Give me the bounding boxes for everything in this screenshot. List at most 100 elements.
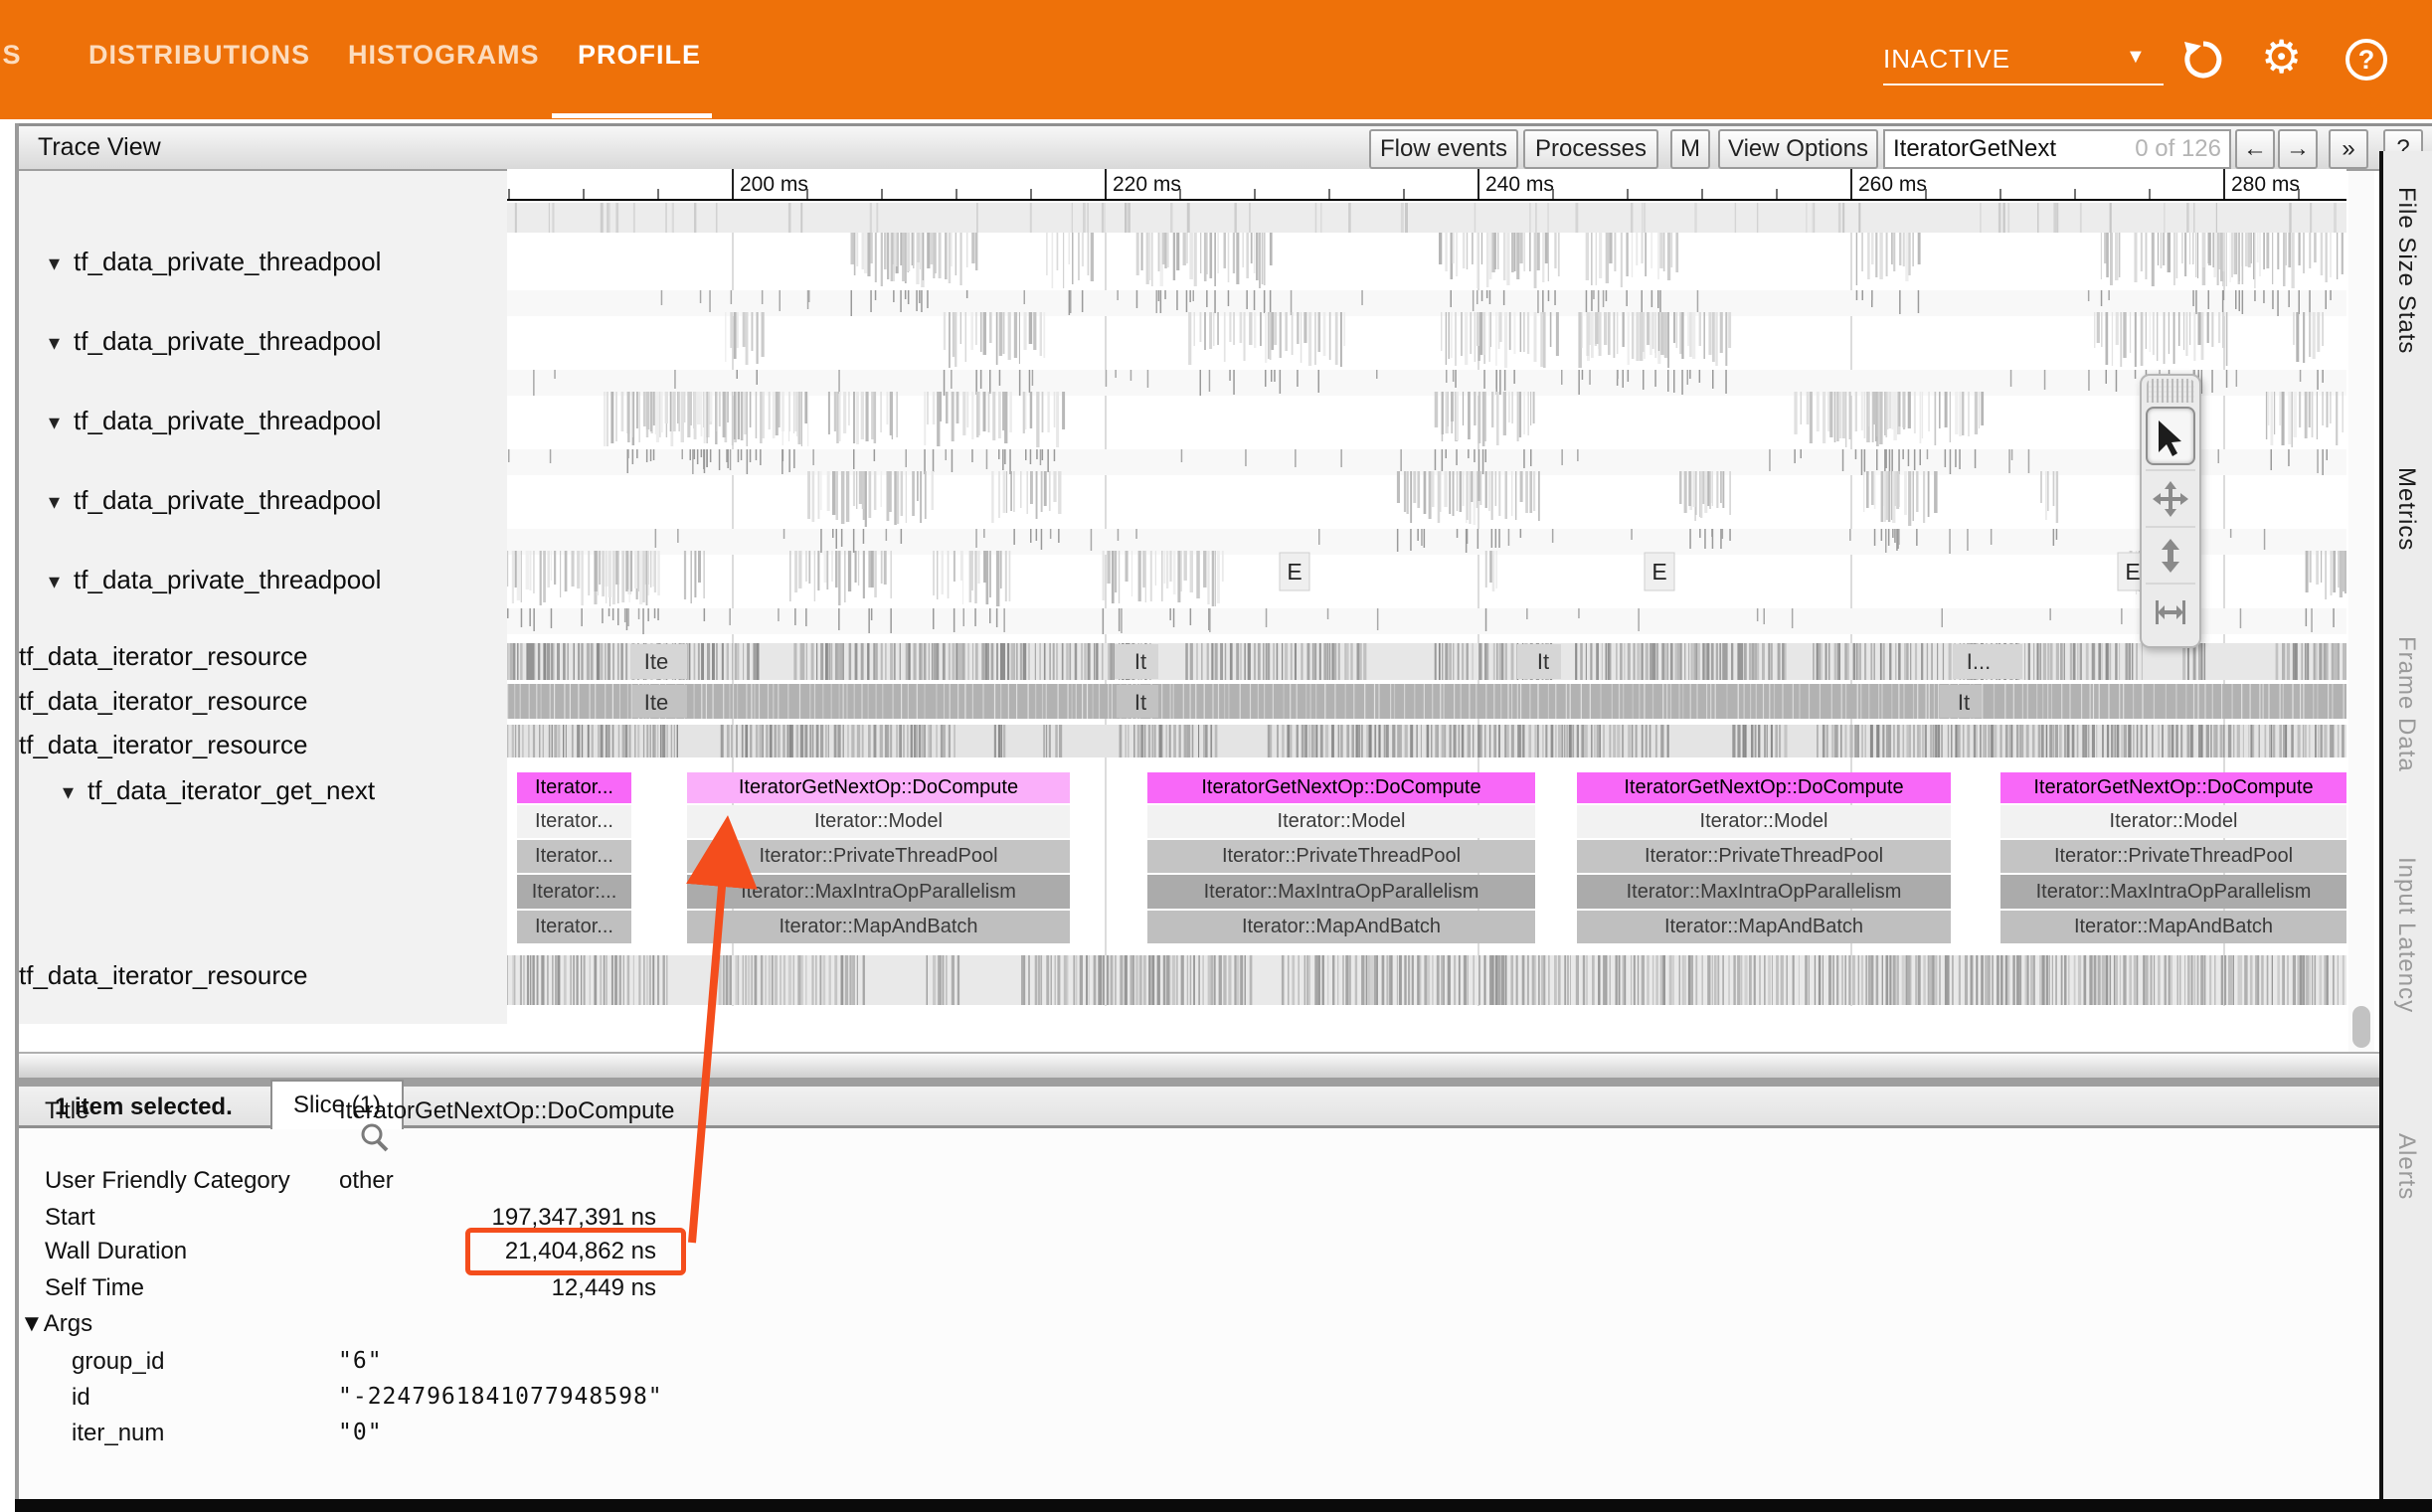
refresh-icon[interactable] — [2179, 36, 2227, 84]
slice-2-row-2[interactable]: Iterator::PrivateThreadPool — [687, 840, 1070, 873]
collapse-triangle[interactable]: ▾ — [49, 569, 60, 593]
svg-text:280 ms: 280 ms — [2231, 173, 2300, 196]
detail-label-start: Start — [45, 1204, 95, 1232]
toolbar-button-flow-events[interactable]: Flow events — [1369, 129, 1518, 169]
slice-5-row-4[interactable]: Iterator::MapAndBatch — [2000, 911, 2346, 943]
track-label-threadpool-3[interactable]: ▾tf_data_private_threadpool — [49, 485, 381, 516]
track-label-resource-1[interactable]: tf_data_iterator_resource — [19, 686, 308, 717]
slice-2-row-1[interactable]: Iterator::Model — [687, 805, 1070, 838]
run-select[interactable]: INACTIVE — [1883, 44, 2010, 75]
track-labels-panel: ▾ tf_data_private_threadpool ▾ tf_data_priv… — [19, 171, 507, 1024]
track-label-resource-0[interactable]: tf_data_iterator_resource — [19, 641, 308, 672]
profiler-page: HS DISTRIBUTIONS HISTOGRAMS PROFILE INACTIV… — [0, 0, 2432, 1512]
slice-4-row-2[interactable]: Iterator::PrivateThreadPool — [1577, 840, 1951, 873]
svg-text:Ite: Ite — [644, 649, 668, 674]
slice-1-row-3[interactable]: Iterator:... — [517, 875, 631, 909]
track-label-threadpool-4[interactable]: ▾ tf_data_private_threadpool — [49, 565, 381, 595]
track-label-resource-3[interactable]: tf_data_iterator_resource — [19, 960, 308, 991]
timing-tool[interactable] — [2146, 583, 2195, 639]
svg-text:E: E — [1287, 559, 1302, 585]
side-tab-metrics[interactable]: Metrics — [2392, 467, 2420, 551]
slice-1-header[interactable]: Iterator... — [517, 772, 631, 803]
slice-4-row-4[interactable]: Iterator::MapAndBatch — [1577, 911, 1951, 943]
side-tab-frame-data[interactable]: Frame Data — [2392, 636, 2420, 772]
slice-4-row-1[interactable]: Iterator::Model — [1577, 805, 1951, 838]
svg-text:Ite: Ite — [644, 690, 668, 715]
magnifier-icon[interactable] — [358, 1121, 392, 1160]
svg-text:260 ms: 260 ms — [1858, 173, 1927, 196]
track-label-threadpool-0[interactable]: ▾ tf_data_private_threadpool — [49, 247, 381, 277]
side-tab-file-size-stats[interactable]: File Size Stats — [2392, 187, 2420, 354]
tab-hs[interactable]: HS — [0, 40, 22, 71]
slice-5-row-2[interactable]: Iterator::PrivateThreadPool — [2000, 840, 2346, 873]
help-icon[interactable]: ? — [2343, 36, 2390, 84]
track-label-text: tf_data_private_threadpool — [74, 565, 381, 594]
run-select-underline — [1883, 84, 2164, 85]
palette-drag-handle[interactable] — [2147, 379, 2194, 403]
args-label: Args — [44, 1310, 92, 1337]
toolbar-button-processes[interactable]: Processes — [1523, 129, 1658, 169]
track-label-text: tf_data_private_threadpool — [74, 247, 381, 276]
tab-profile[interactable]: PROFILE — [578, 40, 701, 71]
collapse-triangle[interactable]: ▾ — [49, 330, 60, 355]
search-input[interactable]: IteratorGetNext — [1885, 135, 2135, 163]
slice-3-row-3[interactable]: Iterator::MaxIntraOpParallelism — [1147, 875, 1535, 909]
track-label-threadpool-2[interactable]: ▾tf_data_private_threadpool — [49, 406, 381, 436]
slice-3-header[interactable]: IteratorGetNextOp::DoCompute — [1147, 772, 1535, 803]
slice-3-row-2[interactable]: Iterator::PrivateThreadPool — [1147, 840, 1535, 873]
slice-3-row-1[interactable]: Iterator::Model — [1147, 805, 1535, 838]
arg-key-id: id — [72, 1384, 90, 1412]
bottom-black-bar — [15, 1499, 2432, 1512]
gear-icon[interactable]: ⚙ — [2261, 30, 2309, 78]
slice-1-row-1[interactable]: Iterator... — [517, 805, 631, 838]
toolbar-button-view-options[interactable]: View Options — [1718, 129, 1878, 169]
panel-splitter[interactable] — [19, 1052, 2379, 1078]
toolbar-button-m[interactable]: M — [1670, 129, 1710, 169]
select-tool-icon — [2151, 417, 2190, 456]
collapse-triangle[interactable]: ▾ — [49, 251, 60, 275]
slice-1-row-2[interactable]: Iterator... — [517, 840, 631, 873]
collapse-triangle[interactable]: ▾ — [63, 779, 74, 804]
slice-4-header[interactable]: IteratorGetNextOp::DoCompute — [1577, 772, 1951, 803]
track-label-text: tf_data_iterator_get_next — [87, 775, 375, 805]
track-label-get-next[interactable]: ▾ tf_data_iterator_get_next — [63, 775, 375, 806]
arg-value-id: "-2247961841077948598" — [338, 1384, 663, 1410]
args-expander[interactable]: ▼Args — [20, 1310, 92, 1338]
select-tool[interactable] — [2146, 407, 2195, 465]
slice-4-row-3[interactable]: Iterator::MaxIntraOpParallelism — [1577, 875, 1951, 909]
svg-text:E: E — [1651, 559, 1666, 585]
vertical-scrollbar[interactable] — [2348, 171, 2374, 1052]
detail-label-wall-duration: Wall Duration — [45, 1238, 187, 1265]
pan-tool[interactable] — [2146, 469, 2195, 526]
zoom-tool-icon — [2151, 536, 2190, 576]
side-tab-alerts[interactable]: Alerts — [2392, 1133, 2420, 1200]
find-prev-button[interactable]: ← — [2235, 129, 2275, 169]
slice-5-header[interactable]: IteratorGetNextOp::DoCompute — [2000, 772, 2346, 803]
zoom-tool[interactable] — [2146, 526, 2195, 583]
side-strip-divider — [2379, 151, 2383, 1499]
tab-histograms[interactable]: HISTOGRAMS — [348, 40, 540, 71]
find-next-button[interactable]: → — [2278, 129, 2318, 169]
side-tab-input-latency[interactable]: Input Latency — [2392, 857, 2420, 1013]
search-box[interactable]: IteratorGetNext 0 of 126 — [1883, 129, 2231, 169]
track-label-resource-2[interactable]: tf_data_iterator_resource — [19, 730, 308, 760]
more-button[interactable]: » — [2329, 129, 2368, 169]
dropdown-caret-icon[interactable]: ▼ — [2126, 46, 2146, 69]
slice-2-row-3[interactable]: Iterator::MaxIntraOpParallelism — [687, 875, 1070, 909]
tab-distributions[interactable]: DISTRIBUTIONS — [88, 40, 310, 71]
vertical-scrollbar-thumb[interactable] — [2352, 1006, 2370, 1048]
slice-5-row-1[interactable]: Iterator::Model — [2000, 805, 2346, 838]
tool-palette — [2140, 374, 2201, 648]
track-label-threadpool-1[interactable]: ▾tf_data_private_threadpool — [49, 326, 381, 357]
svg-text:?: ? — [2358, 45, 2375, 75]
svg-text:240 ms: 240 ms — [1485, 173, 1554, 196]
app-bar: HS DISTRIBUTIONS HISTOGRAMS PROFILE INACTIV… — [0, 0, 2432, 119]
collapse-triangle[interactable]: ▾ — [49, 489, 60, 514]
slice-5-row-3[interactable]: Iterator::MaxIntraOpParallelism — [2000, 875, 2346, 909]
detail-label-user-friendly-category: User Friendly Category — [45, 1167, 290, 1195]
slice-1-row-4[interactable]: Iterator... — [517, 911, 631, 943]
slice-2-row-4[interactable]: Iterator::MapAndBatch — [687, 911, 1070, 943]
slice-3-row-4[interactable]: Iterator::MapAndBatch — [1147, 911, 1535, 943]
collapse-triangle[interactable]: ▾ — [49, 410, 60, 434]
slice-2-header[interactable]: IteratorGetNextOp::DoCompute — [687, 772, 1070, 803]
